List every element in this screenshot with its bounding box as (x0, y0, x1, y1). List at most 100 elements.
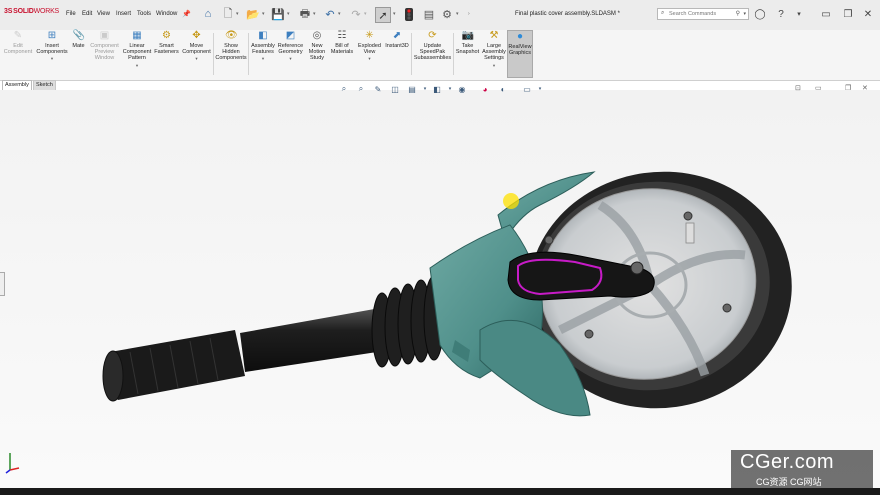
motion-study-icon: ◎ (312, 30, 322, 41)
display-style-dropdown-icon[interactable]: ▾ (445, 84, 455, 94)
exploded-view-icon: ✳ (365, 30, 374, 41)
viewport-restore-icon[interactable]: ⊡ (795, 84, 801, 92)
viewport-minimize-icon[interactable]: ▭ (815, 84, 822, 92)
post (685, 222, 695, 244)
options-dropdown-icon[interactable]: ▾ (456, 11, 459, 17)
chevron-down-icon[interactable]: ▾ (121, 63, 153, 69)
undo-dropdown-icon[interactable]: ▾ (338, 11, 341, 17)
search-scope-icon[interactable]: ⌕ (661, 10, 664, 17)
chevron-down-icon[interactable]: ▾ (34, 56, 70, 62)
watermark-title: CGer.com (740, 451, 835, 473)
save-dropdown-icon[interactable]: ▾ (287, 11, 290, 17)
linear-component-pattern-button[interactable]: ▦ Linear Component Pattern ▾ (121, 30, 153, 78)
open-folder-icon[interactable]: 📂 (246, 7, 260, 21)
hide-show-items-icon[interactable]: ◉ (457, 84, 467, 94)
section-view-icon[interactable]: ◫ (390, 84, 400, 94)
undo-icon[interactable]: ↶ (323, 7, 337, 21)
close-window-icon[interactable]: ✕ (862, 8, 874, 20)
menu-edit[interactable]: Edit (82, 11, 92, 17)
realview-graphics-button[interactable]: ● RealView Graphics (507, 30, 533, 78)
update-speedpak-button[interactable]: ⟳ Update SpeedPak Subassemblies (413, 30, 452, 78)
view-settings-dropdown-icon[interactable]: ▾ (535, 84, 545, 94)
apply-scene-icon[interactable]: ◐ (498, 84, 508, 94)
open-dropdown-icon[interactable]: ▾ (262, 11, 265, 17)
insert-components-button[interactable]: ⊞ Insert Components ▾ (34, 30, 70, 78)
watermark-subtitle: CG资源 CG网站 (756, 477, 822, 487)
menu-insert[interactable]: Insert (116, 11, 131, 17)
search-commands-field[interactable]: ⌕ Search Commands ⚲ ▾ (657, 8, 749, 20)
search-dropdown-icon[interactable]: ▾ (743, 11, 746, 17)
mate-button[interactable]: 📎 Mate (70, 30, 87, 78)
print-dropdown-icon[interactable]: ▾ (313, 11, 316, 17)
chevron-down-icon[interactable]: ▾ (250, 56, 276, 62)
title-bar: 3SSOLIDWORKS File Edit View Insert Tools… (0, 0, 880, 31)
chevron-down-icon[interactable]: ▾ (356, 56, 383, 62)
view-orientation-dropdown-icon[interactable]: ▾ (420, 84, 430, 94)
edit-appearance-icon[interactable]: ◕ (480, 84, 490, 94)
view-orientation-icon[interactable]: ◧ (432, 84, 442, 94)
viewport-close-icon[interactable]: ✕ (862, 84, 868, 92)
dynamic-annotation-icon[interactable]: ▤ (407, 84, 417, 94)
rebuild-traffic-light-icon[interactable] (402, 7, 416, 21)
ribbon-separator (213, 33, 214, 75)
options-gear-icon[interactable]: ⚙ (440, 7, 454, 21)
redo-dropdown-icon[interactable]: ▾ (364, 11, 367, 17)
pin-icon[interactable]: 📌 (182, 10, 191, 18)
toolbar-overflow-icon[interactable]: › (468, 11, 470, 17)
search-icon[interactable]: ⚲ (736, 10, 740, 17)
mate-icon: 📎 (72, 30, 85, 41)
new-motion-study-button[interactable]: ◎ New Motion Study (305, 30, 329, 78)
select-dropdown-icon[interactable]: ▾ (393, 11, 396, 17)
assembly-model[interactable] (0, 90, 880, 488)
bill-of-materials-button[interactable]: ☷ Bill of Materials (330, 30, 354, 78)
menu-file[interactable]: File (66, 11, 76, 17)
smart-fasteners-button[interactable]: ⚙ Smart Fasteners (154, 30, 179, 78)
solidworks-logo[interactable]: 3SSOLIDWORKS (4, 8, 59, 15)
component-preview-window-button[interactable]: ▣ Component Preview Window (88, 30, 121, 78)
menu-view[interactable]: View (97, 11, 110, 17)
edit-component-button[interactable]: ✎ Edit Component (2, 30, 34, 78)
zoom-to-fit-icon[interactable]: ⌕ (339, 84, 349, 94)
mouse-cursor-highlight (503, 193, 519, 209)
file-properties-icon[interactable]: ▤ (422, 7, 436, 21)
chevron-down-icon[interactable]: ▾ (181, 56, 212, 62)
search-placeholder: Search Commands (669, 11, 717, 17)
assembly-features-button[interactable]: ◧ Assembly Features ▾ (250, 30, 276, 78)
instant3d-button[interactable]: ⬈ Instant3D (384, 30, 410, 78)
command-manager-ribbon: ✎ Edit Component ⊞ Insert Components ▾ 📎… (0, 30, 880, 81)
home-icon[interactable]: ⌂ (201, 7, 215, 21)
take-snapshot-button[interactable]: 📷 Take Snapshot (455, 30, 480, 78)
user-account-icon[interactable]: ◯ (754, 8, 766, 20)
viewport-tile-icon[interactable]: ❐ (845, 84, 851, 92)
redo-icon[interactable]: ↷ (349, 7, 363, 21)
feature-manager-flyout-handle[interactable] (0, 272, 5, 296)
view-settings-icon[interactable]: ▭ (522, 84, 532, 94)
help-dropdown-icon[interactable]: ▾ (793, 8, 805, 20)
handle-grip[interactable] (105, 330, 246, 400)
new-document-icon[interactable]: 🗋 (221, 7, 235, 21)
chevron-down-icon[interactable]: ▾ (481, 63, 507, 69)
graphics-area[interactable] (0, 90, 880, 488)
large-assembly-settings-button[interactable]: ⚒ Large Assembly Settings ▾ (481, 30, 507, 78)
minimize-window-icon[interactable]: ▭ (820, 8, 832, 20)
reference-geometry-button[interactable]: ◩ Reference Geometry ▾ (277, 30, 304, 78)
save-icon[interactable]: 💾 (271, 7, 285, 21)
menu-tools[interactable]: Tools (137, 11, 151, 17)
handle-shaft[interactable] (240, 308, 390, 372)
help-icon[interactable]: ? (775, 8, 787, 20)
menu-window[interactable]: Window (156, 11, 177, 17)
speedpak-icon: ⟳ (428, 30, 437, 41)
chevron-down-icon[interactable]: ▾ (277, 56, 304, 62)
select-cursor-icon[interactable]: ➚ (375, 7, 391, 23)
new-dropdown-icon[interactable]: ▾ (236, 11, 239, 17)
exploded-view-button[interactable]: ✳ Exploded View ▾ (356, 30, 383, 78)
show-hidden-icon: 👁 (225, 30, 238, 41)
tab-assembly[interactable]: Assembly (2, 80, 32, 90)
restore-window-icon[interactable]: ❐ (842, 8, 854, 20)
print-icon[interactable]: 🖶 (298, 7, 312, 21)
zoom-to-area-icon[interactable]: ⌕ (356, 84, 366, 94)
smart-fasteners-icon: ⚙ (162, 30, 171, 41)
previous-view-icon[interactable]: ✎ (373, 84, 383, 94)
move-component-button[interactable]: ✥ Move Component ▾ (181, 30, 212, 78)
show-hidden-components-button[interactable]: 👁 Show Hidden Components (215, 30, 247, 78)
